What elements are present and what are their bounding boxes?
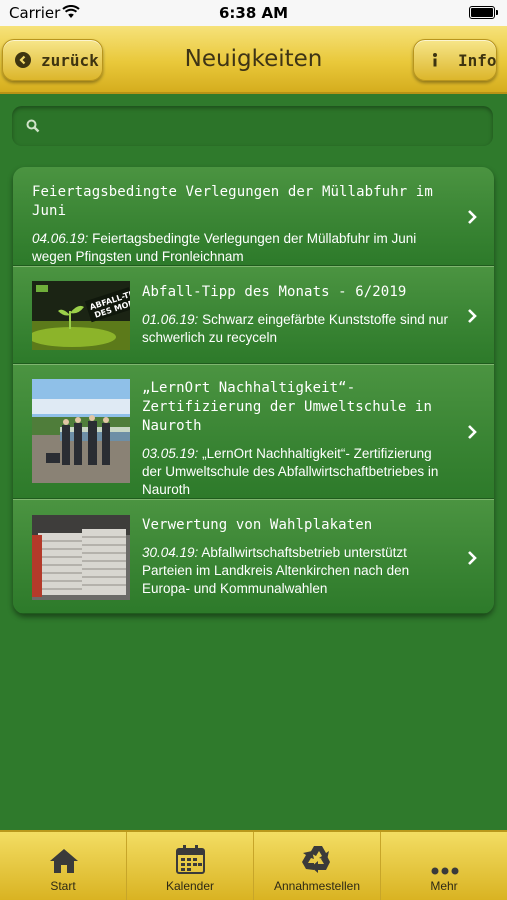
clock: 6:38 AM xyxy=(218,4,289,22)
news-date: 03.05.19: xyxy=(142,446,199,461)
news-title: Feiertagsbedingte Verlegungen der Müllab… xyxy=(32,184,433,219)
navigation-bar: zurück Neuigkeiten Info xyxy=(0,26,507,94)
news-description: 01.06.19: Schwarz eingefärbte Kunststoff… xyxy=(142,311,454,347)
search-icon xyxy=(26,119,40,138)
tab-start[interactable]: Start xyxy=(0,832,127,900)
news-description: 30.04.19: Abfallwirtschaftsbetrieb unter… xyxy=(142,544,454,598)
news-thumbnail: ABFALL-TIPP DES MONATS xyxy=(32,281,130,350)
news-date: 04.06.19: xyxy=(32,231,89,246)
chevron-left-icon xyxy=(15,52,31,68)
tab-label: Start xyxy=(50,879,76,893)
tab-label: Kalender xyxy=(165,879,215,893)
news-title: „LernOrt Nachhaltigkeit“- Zertifizierung… xyxy=(142,380,432,434)
search-bar xyxy=(12,106,493,146)
chevron-right-icon xyxy=(466,308,478,324)
news-description: 04.06.19: Feiertagsbedingte Verlegungen … xyxy=(32,230,454,266)
news-list: Feiertagsbedingte Verlegungen der Müllab… xyxy=(13,167,494,614)
news-description: 03.05.19: „LernOrt Nachhaltigkeit“- Zert… xyxy=(142,445,454,499)
page-title: Neuigkeiten xyxy=(184,46,323,72)
chevron-right-icon xyxy=(466,424,478,440)
tab-bar: Start Kalender Annahmestellen Mehr xyxy=(0,830,507,900)
news-date: 01.06.19: xyxy=(142,312,199,327)
recycle-icon xyxy=(302,844,334,879)
news-item-4[interactable]: Verwertung von Wahlplakaten 30.04.19: Ab… xyxy=(13,499,494,614)
news-title: Verwertung von Wahlplakaten xyxy=(142,517,373,533)
news-title: Abfall-Tipp des Monats - 6/2019 xyxy=(142,284,407,300)
news-date: 30.04.19: xyxy=(142,545,199,560)
status-bar: Carrier 6:38 AM xyxy=(0,0,507,26)
battery-icon xyxy=(469,6,498,19)
info-button-label: Info xyxy=(458,50,497,70)
chevron-right-icon xyxy=(466,209,478,225)
news-item-2[interactable]: ABFALL-TIPP DES MONATS Abfall-Tipp des M… xyxy=(13,266,494,364)
chevron-right-icon xyxy=(466,550,478,566)
tab-kalender[interactable]: Kalender xyxy=(127,832,254,900)
tab-label: Annahmestellen xyxy=(273,879,361,893)
news-item-1[interactable]: Feiertagsbedingte Verlegungen der Müllab… xyxy=(13,167,494,266)
home-icon xyxy=(49,848,79,879)
tab-label: Mehr xyxy=(430,879,458,893)
more-icon xyxy=(431,862,459,880)
search-input[interactable] xyxy=(48,112,488,140)
tab-mehr[interactable]: Mehr xyxy=(381,832,507,900)
news-thumbnail xyxy=(32,379,130,483)
news-item-3[interactable]: „LernOrt Nachhaltigkeit“- Zertifizierung… xyxy=(13,364,494,499)
tab-annahmestellen[interactable]: Annahmestellen xyxy=(254,832,381,900)
info-icon xyxy=(430,52,440,68)
news-thumbnail xyxy=(32,515,130,600)
calendar-icon xyxy=(176,845,205,879)
back-button-label: zurück xyxy=(41,50,99,70)
back-button[interactable]: zurück xyxy=(2,39,103,81)
info-button[interactable]: Info xyxy=(413,39,497,81)
news-text: Feiertagsbedingte Verlegungen der Müllab… xyxy=(32,231,417,264)
